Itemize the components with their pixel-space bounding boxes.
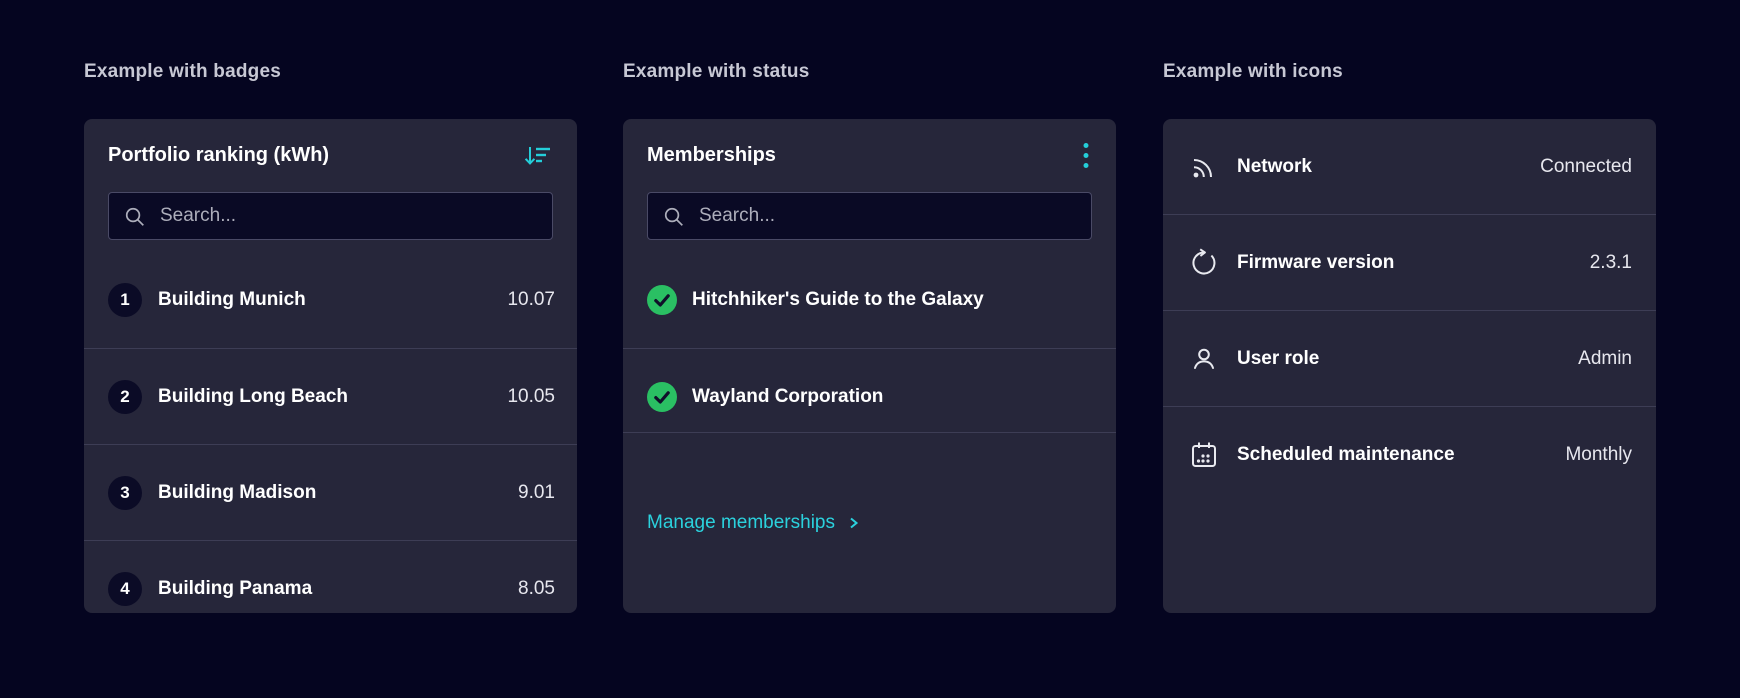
device-value: Connected [1540,155,1632,177]
refresh-icon [1189,247,1219,278]
search-input[interactable] [697,204,1077,228]
search-input[interactable] [158,204,538,228]
memberships-list: Hitchhiker's Guide to the Galaxy Wayland… [623,252,1116,432]
card-title: Portfolio ranking (kWh) [108,144,330,166]
kebab-menu-button[interactable] [1080,140,1092,171]
ranking-row: 1 Building Munich 10.07 [84,252,577,348]
rank-badge: 3 [108,475,142,510]
card-header: Portfolio ranking (kWh) [84,119,577,192]
ranking-value: 10.07 [507,289,555,310]
sort-descending-button[interactable] [521,142,553,170]
search-icon [123,205,146,228]
portfolio-ranking-card: Portfolio ranking (kWh) Search... 1 Buil… [84,119,577,613]
device-value: 2.3.1 [1589,251,1632,273]
building-name: Building Panama [158,577,313,599]
ranking-row: 4 Building Panama 8.05 [84,540,577,613]
ranking-row: 3 Building Madison 9.01 [84,444,577,540]
card-title: Memberships [647,144,776,166]
sort-descending-icon [523,144,551,168]
check-circle-icon [647,381,677,412]
device-label: User role [1237,347,1320,369]
kebab-menu-icon [1082,142,1090,169]
building-name: Building Madison [158,481,317,503]
calendar-icon [1189,440,1219,470]
badges-example-section: Example with badges Portfolio ranking (k… [84,60,577,613]
ranking-value: 8.05 [518,577,555,599]
ranking-row: 2 Building Long Beach 10.05 [84,348,577,444]
device-row: User role Admin [1163,311,1656,407]
section-heading-badges: Example with badges [84,61,282,82]
ranking-value: 9.01 [518,481,555,503]
icons-example-section: Example with icons Network Connected Fir… [1163,60,1656,613]
search-icon [662,205,685,228]
canvas: Example with badges Portfolio ranking (k… [0,0,1740,698]
card-header: Memberships [623,119,1116,192]
device-row: Network Connected [1163,119,1656,215]
device-label: Scheduled maintenance [1237,444,1455,465]
ranking-value: 10.05 [507,385,555,407]
building-name: Building Munich [158,289,306,310]
memberships-card: Memberships Search... Hitchhiker's Guide… [623,119,1116,613]
card-footer: Manage memberships [623,432,1116,613]
chevron-right-icon [848,515,860,531]
device-label: Network [1237,155,1312,177]
device-info-card: Network Connected Firmware version 2.3.1 [1163,119,1656,613]
section-heading-status: Example with status [623,61,810,82]
membership-name: Wayland Corporation [692,385,884,407]
rank-badge: 4 [108,571,142,606]
device-row: Firmware version 2.3.1 [1163,215,1656,311]
rank-badge: 1 [108,283,142,317]
device-value: Monthly [1565,444,1632,465]
ranking-list: 1 Building Munich 10.07 2 Building Long … [84,252,577,613]
user-icon [1189,344,1219,374]
device-row: Scheduled maintenance Monthly [1163,407,1656,503]
rank-badge: 2 [108,379,142,414]
section-heading-icons: Example with icons [1163,61,1343,82]
manage-memberships-label: Manage memberships [647,512,835,533]
membership-name: Hitchhiker's Guide to the Galaxy [692,289,984,310]
status-example-section: Example with status Memberships Search..… [623,60,1116,613]
membership-row: Hitchhiker's Guide to the Galaxy [623,252,1116,348]
building-name: Building Long Beach [158,385,348,407]
membership-row: Wayland Corporation [623,348,1116,432]
check-circle-icon [647,285,677,315]
device-label: Firmware version [1237,251,1395,273]
manage-memberships-link[interactable]: Manage memberships [647,512,860,534]
search-field[interactable] [108,192,553,240]
device-value: Admin [1578,347,1632,369]
network-signal-icon [1189,152,1219,182]
search-field[interactable] [647,192,1092,240]
